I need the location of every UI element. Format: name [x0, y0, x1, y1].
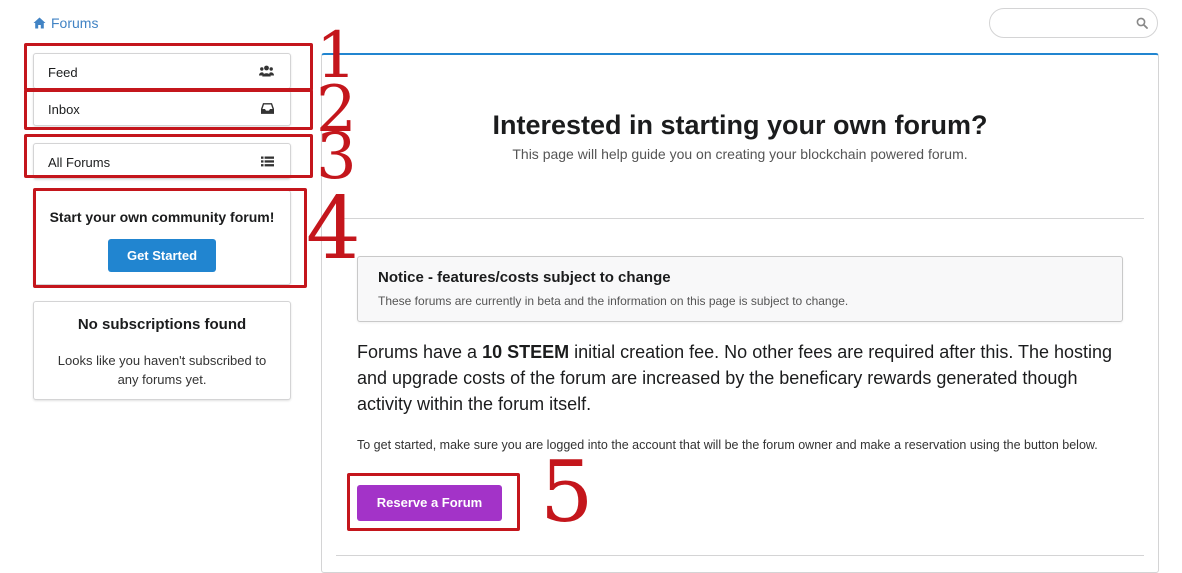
- page-subtitle: This page will help guide you on creatin…: [512, 146, 968, 162]
- annotation-box-3: [24, 134, 313, 178]
- fee-amount: 10 STEEM: [482, 342, 570, 362]
- annotation-box-1: [24, 43, 313, 91]
- notice-text: These forums are currently in beta and t…: [378, 294, 849, 308]
- search-input[interactable]: [1002, 9, 1146, 37]
- annotation-box-2: [24, 89, 313, 130]
- fee-text-before: Forums have a: [357, 342, 483, 362]
- no-subscriptions-title: No subscriptions found: [77, 316, 247, 333]
- annotation-number-5: 5: [540, 443, 594, 541]
- notice-title: Notice - features/costs subject to chang…: [378, 269, 671, 286]
- notice-message: Notice - features/costs subject to chang…: [357, 256, 1123, 322]
- breadcrumb-label[interactable]: Forums: [51, 15, 98, 31]
- search-box[interactable]: [989, 8, 1158, 38]
- annotation-box-4: [33, 188, 307, 288]
- annotation-box-5: [347, 473, 520, 531]
- divider: [336, 218, 1144, 219]
- divider: [336, 555, 1144, 556]
- annotation-number-4: 4: [306, 179, 361, 279]
- search-icon[interactable]: [1136, 16, 1148, 34]
- page-title: Interested in starting your own forum?: [492, 110, 988, 140]
- home-icon: [33, 17, 46, 29]
- fee-paragraph: Forums have a 10 STEEM initial creation …: [357, 339, 1137, 417]
- no-subscriptions-text: Looks like you haven't subscribed to any…: [57, 353, 267, 387]
- subscriptions-card: No subscriptions found Looks like you ha…: [33, 301, 291, 400]
- instructions-text: To get started, make sure you are logged…: [357, 438, 1098, 452]
- breadcrumb[interactable]: Forums: [33, 15, 98, 31]
